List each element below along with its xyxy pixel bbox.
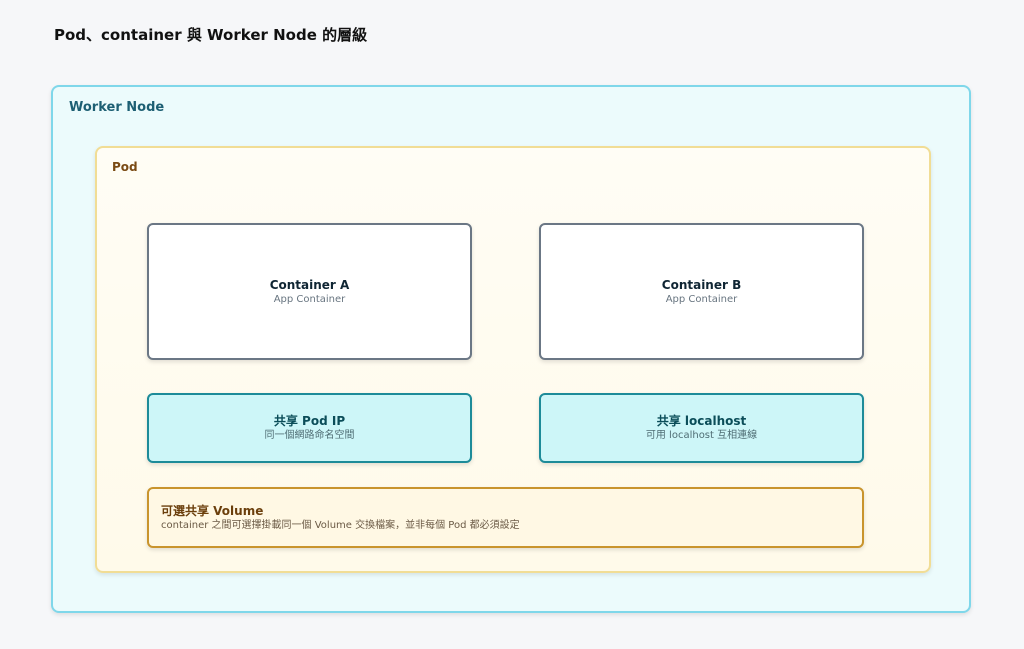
container-b-title: Container B [661,277,742,292]
shared-volume-title: 可選共享 Volume [161,503,264,518]
container-a-subtitle: App Container [273,293,346,305]
shared-volume-subtitle: container 之間可選擇掛載同一個 Volume 交換檔案，並非每個 Po… [161,519,520,531]
pod-box: Pod Container A App Container Container … [95,146,931,573]
pod-label: Pod [112,160,138,174]
shared-volume-box: 可選共享 Volume container 之間可選擇掛載同一個 Volume … [147,487,864,548]
page-title: Pod、container 與 Worker Node 的層級 [54,26,368,44]
worker-node-box: Worker Node Pod Container A App Containe… [51,85,971,613]
shared-pod-ip-title: 共享 Pod IP [273,414,346,428]
shared-localhost-subtitle: 可用 localhost 互相連線 [645,430,758,441]
container-b-box: Container B App Container [539,223,864,360]
shared-localhost-title: 共享 localhost [656,414,747,428]
container-b-subtitle: App Container [665,293,738,305]
shared-pod-ip-box: 共享 Pod IP 同一個網路命名空間 [147,393,472,463]
container-a-box: Container A App Container [147,223,472,360]
worker-node-label: Worker Node [69,100,165,115]
container-a-title: Container A [269,277,350,292]
shared-localhost-box: 共享 localhost 可用 localhost 互相連線 [539,393,864,463]
shared-pod-ip-subtitle: 同一個網路命名空間 [264,430,355,441]
